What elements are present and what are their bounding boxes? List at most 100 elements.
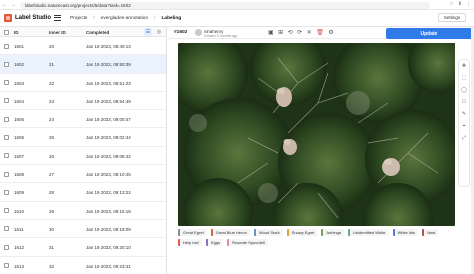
row-checkbox[interactable] — [4, 153, 9, 159]
copy-icon[interactable]: ▣ — [268, 29, 274, 36]
table-row[interactable]: 1603 22 Jan 19 2023, 08:51:23 — [0, 74, 166, 92]
row-checkbox[interactable] — [4, 80, 9, 86]
table-row[interactable]: 1609 28 Jan 19 2023, 09:13:22 — [0, 183, 166, 202]
select-all-checkbox[interactable] — [4, 29, 9, 35]
row-checkbox[interactable] — [4, 263, 9, 269]
row-id: 1601 — [14, 44, 25, 49]
row-checkbox[interactable] — [4, 43, 9, 49]
breadcrumb-separator: / — [93, 16, 95, 21]
row-id: 1606 — [14, 135, 25, 141]
grid-icon[interactable]: ⊞ — [278, 29, 283, 36]
url-text: labelstudio.naturecast.org/projects/5/da… — [25, 2, 131, 8]
table-row[interactable]: 1602 21 Jan 19 2023, 08:50:39 — [0, 55, 166, 74]
label-chip[interactable]: Snowy Egret — [286, 229, 318, 236]
grid-view-icon[interactable]: ◎ — [155, 28, 163, 36]
label-list: Great Egret Great Blue Heron Wood Stork Sno… — [178, 229, 460, 246]
table-row[interactable]: 1605 24 Jan 19 2023, 09:00:47 — [0, 110, 166, 129]
undo-icon[interactable]: ⟲ — [288, 29, 293, 36]
table-row[interactable]: 1612 31 Jan 19 2023, 09:20:10 — [0, 238, 166, 257]
row-checkbox[interactable] — [4, 134, 9, 140]
label-chip[interactable]: Anhinga — [321, 229, 345, 236]
redo-icon[interactable]: ⟳ — [297, 29, 302, 36]
row-completed: Jan 19 2023, 09:18:09 — [86, 226, 131, 232]
update-button[interactable]: Update — [386, 28, 472, 39]
bookmark-icon[interactable]: ☆ — [449, 1, 453, 7]
settings-button[interactable]: Settings — [438, 13, 466, 22]
download-icon[interactable]: ⬇ — [458, 1, 462, 7]
label-chip[interactable]: Eggs — [206, 239, 224, 246]
row-completed: Jan 19 2023, 08:51:23 — [86, 80, 131, 86]
polygon-tool-icon[interactable]: ⬠ — [462, 99, 466, 105]
row-checkbox[interactable] — [4, 171, 9, 177]
row-inner-id: 26 — [49, 153, 55, 159]
row-id: 1607 — [14, 153, 25, 159]
column-header-completed[interactable]: Completed — [86, 30, 109, 35]
browser-toolbar: ← → labelstudio.naturecast.org/projects/… — [0, 0, 474, 10]
forward-icon[interactable]: → — [10, 2, 16, 8]
breadcrumb-project[interactable]: everglades-annotation — [101, 16, 148, 21]
ellipse-tool-icon[interactable]: ◯ — [461, 87, 467, 93]
avatar — [195, 29, 202, 36]
app-header: Label Studio Projects / everglades-annot… — [0, 10, 474, 27]
table-row[interactable]: 1608 27 Jan 19 2023, 09:10:45 — [0, 165, 166, 184]
hamburger-menu-icon[interactable] — [54, 14, 61, 21]
move-tool-icon[interactable]: ✥ — [462, 63, 466, 69]
tool-palette: ✥ ⬚ ◯ ⬠ ✎ ⌖ ⤢ — [458, 59, 470, 187]
aerial-image[interactable] — [178, 43, 455, 226]
table-body: 1601 20 Jan 19 2023, 08:49:13 1602 21 Jan 19 … — [0, 37, 166, 274]
bird-2 — [283, 139, 297, 155]
row-inner-id: 21 — [49, 62, 55, 68]
row-checkbox[interactable] — [4, 244, 9, 250]
row-checkbox[interactable] — [4, 226, 9, 232]
zoom-tool-icon[interactable]: ⤢ — [462, 135, 466, 141]
row-inner-id: 20 — [49, 44, 55, 49]
back-icon[interactable]: ← — [2, 2, 8, 8]
label-chip[interactable]: Wood Stork — [253, 229, 283, 236]
row-checkbox[interactable] — [4, 116, 9, 122]
list-view-icon[interactable]: ☰ — [144, 28, 152, 36]
settings-icon[interactable]: ⚙ — [328, 29, 333, 36]
toolbar-icons: ▣ ⊞ ⟲ ⟳ ✕ 🗑 ⚙ — [268, 29, 334, 36]
rectangle-tool-icon[interactable]: ⬚ — [462, 75, 467, 81]
task-id: #1602 — [174, 30, 188, 35]
row-completed: Jan 19 2023, 09:20:10 — [86, 245, 131, 251]
label-chip[interactable]: White Ibis — [392, 229, 419, 236]
keypoint-tool-icon[interactable]: ⌖ — [463, 123, 466, 129]
label-chip[interactable]: Unidentified White — [348, 229, 389, 236]
table-row[interactable]: 1604 23 Jan 19 2023, 08:54:49 — [0, 92, 166, 111]
row-completed: Jan 19 2023, 09:02:44 — [86, 135, 131, 141]
table-row[interactable]: 1606 25 Jan 19 2023, 09:02:44 — [0, 128, 166, 147]
address-bar[interactable]: labelstudio.naturecast.org/projects/5/da… — [20, 1, 430, 9]
row-checkbox[interactable] — [4, 208, 9, 214]
label-chip[interactable]: Roseate Spoonbill — [227, 239, 268, 246]
table-row[interactable]: 1610 29 Jan 19 2023, 09:15:18 — [0, 202, 166, 220]
brush-tool-icon[interactable]: ✎ — [462, 111, 466, 117]
row-completed: Jan 19 2023, 09:08:42 — [86, 153, 131, 159]
annotation-toolbar: #1602 ninahenry Created 17 months ago ▣ … — [168, 27, 474, 39]
label-chip[interactable]: Nest — [422, 229, 439, 236]
table-row[interactable]: 1611 30 Jan 19 2023, 09:18:09 — [0, 220, 166, 239]
row-id: 1608 — [14, 172, 25, 178]
row-checkbox[interactable] — [4, 61, 9, 67]
label-studio-logo — [4, 14, 12, 22]
reset-icon[interactable]: ✕ — [307, 29, 312, 36]
table-row[interactable]: 1601 20 Jan 19 2023, 08:49:13 — [0, 37, 166, 56]
label-chip[interactable]: Great Egret — [178, 229, 207, 236]
label-chip[interactable]: Help me! — [178, 239, 203, 246]
row-id: 1610 — [14, 208, 25, 214]
breadcrumb: Projects / everglades-annotation / Label… — [70, 16, 181, 21]
table-row[interactable]: 1607 26 Jan 19 2023, 09:08:42 — [0, 147, 166, 166]
column-header-inner-id[interactable]: Inner ID — [49, 30, 66, 35]
browser-menu-icon[interactable]: ⋮ — [466, 1, 471, 7]
table-row[interactable]: 1613 32 Jan 19 2023, 09:23:41 — [0, 257, 166, 274]
bird-1 — [276, 87, 292, 107]
breadcrumb-projects[interactable]: Projects — [70, 16, 87, 21]
row-checkbox[interactable] — [4, 189, 9, 195]
column-header-id[interactable]: ID — [14, 30, 19, 35]
row-id: 1603 — [14, 80, 25, 86]
delete-icon[interactable]: 🗑 — [316, 29, 324, 36]
label-chip[interactable]: Great Blue Heron — [210, 229, 250, 236]
row-checkbox[interactable] — [4, 98, 9, 104]
row-completed: Jan 19 2023, 09:10:45 — [86, 172, 131, 178]
row-id: 1611 — [14, 226, 24, 232]
